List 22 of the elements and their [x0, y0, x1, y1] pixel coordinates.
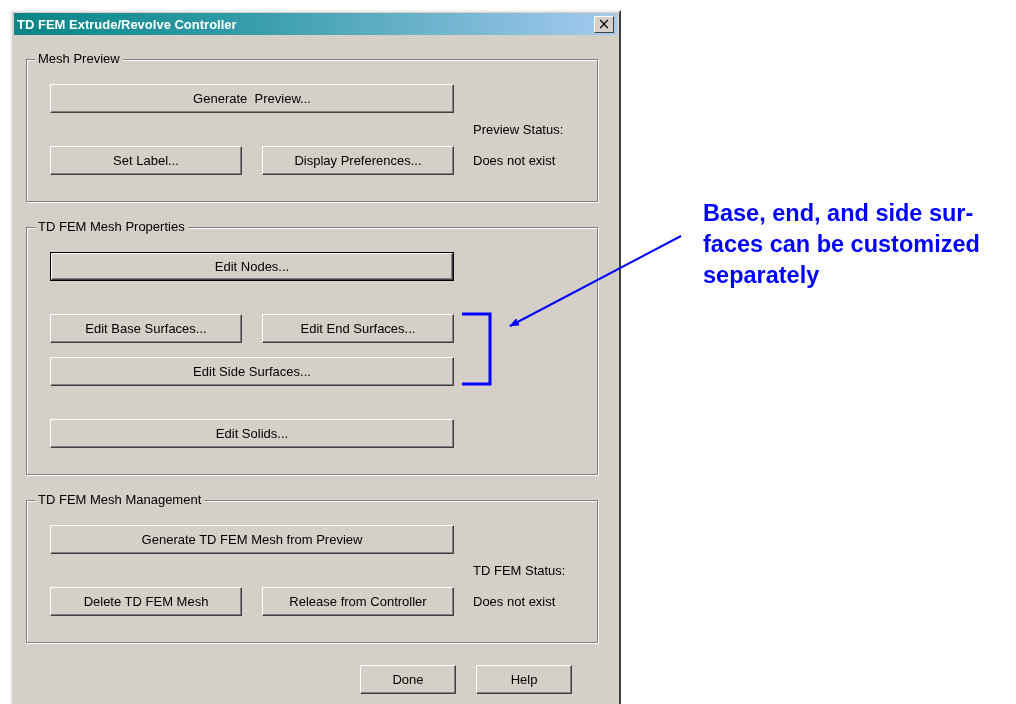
close-button[interactable]: × [594, 15, 614, 33]
dialog-button[interactable]: Edit Solids... [50, 419, 454, 448]
dialog-button[interactable]: Edit Base Surfaces... [50, 314, 242, 343]
window-title: TD FEM Extrude/Revolve Controller [17, 16, 237, 32]
status-value: Does not exist [473, 593, 557, 611]
dialog-button[interactable]: Display Preferences... [262, 146, 454, 175]
status-value: Does not exist [473, 152, 557, 170]
status-label: Preview Status: [473, 121, 564, 139]
dialog-button[interactable]: Done [360, 665, 456, 694]
dialog-button[interactable]: Help [476, 665, 572, 694]
dialog-button[interactable]: Set Label... [50, 146, 242, 175]
status-label: TD FEM Status: [473, 562, 566, 580]
annotation-text: Base, end, and side sur-faces can be customized separately [703, 199, 981, 290]
dialog-button[interactable]: Edit Nodes... [50, 252, 454, 281]
dialog-button[interactable]: Generate Preview... [50, 84, 454, 113]
dialog-button[interactable]: Edit Side Surfaces... [50, 357, 454, 386]
dialog-button[interactable]: Generate TD FEM Mesh from Preview [50, 525, 454, 554]
dialog-button[interactable]: Release from Controller [262, 587, 454, 616]
dialog-button[interactable]: Delete TD FEM Mesh [50, 587, 242, 616]
dialog-button[interactable]: Edit End Surfaces... [262, 314, 454, 343]
group-title: TD FEM Mesh Properties [35, 219, 188, 235]
group-title: TD FEM Mesh Management [35, 492, 205, 508]
